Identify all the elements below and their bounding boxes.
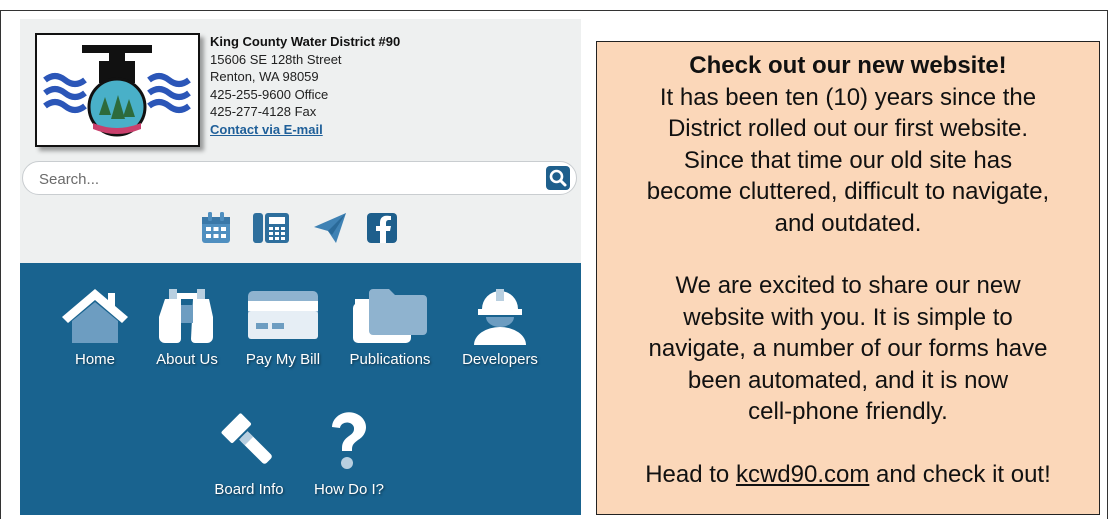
nav-about-us-label: About Us [156,351,218,368]
question-mark-icon [332,412,366,469]
nav-developers-label: Developers [462,351,538,368]
nav-about-us[interactable]: About Us [150,287,224,377]
district-logo[interactable] [35,33,200,147]
nav-publications[interactable]: Publications [342,287,438,377]
cta-prefix: Head to [645,460,736,488]
para2-line1: We are excited to share our new [675,272,1021,299]
phone-fax-icon[interactable] [252,211,290,247]
para2-line4: been automated, and it is now [687,366,1009,394]
para1-line4: become cluttered, difficult to navigate, [646,178,1050,205]
nav-pay-my-bill[interactable]: Pay My Bill [240,287,326,377]
district-address: King County Water District #90 15606 SE … [210,33,400,138]
hard-hat-worker-icon [474,289,526,345]
website-link[interactable]: kcwd90.com [736,461,869,488]
home-icon [62,289,128,343]
folder-icon [353,289,427,343]
announcement-headline: Check out our new website! [689,52,1007,79]
search-icon [549,169,567,187]
nav-home-label: Home [74,351,115,368]
address-line2: Renton, WA 98059 [210,69,319,84]
announcement-box: Check out our new website! It has been t… [596,41,1100,515]
para1-line3: Since that time our old site has [683,146,1013,174]
nav-developers[interactable]: Developers [452,287,548,377]
district-name: King County Water District #90 [210,34,401,49]
office-phone: 425-255-9600 Office [210,86,329,102]
nav-how-do-i[interactable]: How Do I? [306,411,392,501]
para1-line2: District rolled out our first website. [667,115,1029,142]
nav-home[interactable]: Home [58,287,132,377]
para2-line5: cell-phone friendly. [748,398,948,425]
facebook-icon[interactable] [366,211,398,247]
para1-line5: and outdated. [774,209,922,237]
gavel-icon [221,413,272,464]
main-navigation: Home About Us Pay My Bill Publications D… [20,263,581,515]
credit-card-icon [248,291,318,339]
calendar-icon[interactable] [200,211,232,247]
search-bar [22,161,577,195]
search-button[interactable] [546,166,570,190]
fax-number: 425-277-4128 Fax [210,104,317,119]
cta-suffix: and check it out! [869,460,1051,488]
nav-board-info-label: Board Info [214,481,284,498]
send-icon[interactable] [312,211,348,247]
nav-publications-label: Publications [349,351,431,368]
contact-email-link[interactable]: Contact via E-mail [210,122,323,137]
call-to-action: Head to kcwd90.com and check it out! [597,459,1099,491]
para2-line2: website with you. It is simple to [683,303,1013,331]
search-input[interactable] [37,168,521,190]
para1-line1: It has been ten (10) years since the [659,83,1037,111]
website-preview: King County Water District #90 15606 SE … [20,19,581,515]
binoculars-icon [159,289,213,343]
para2-line3: navigate, a number of our forms have [648,335,1048,362]
nav-board-info[interactable]: Board Info [206,411,292,501]
address-line1: 15606 SE 128th Street [210,51,342,67]
nav-how-do-i-label: How Do I? [313,481,385,498]
nav-pay-my-bill-label: Pay My Bill [245,351,321,368]
